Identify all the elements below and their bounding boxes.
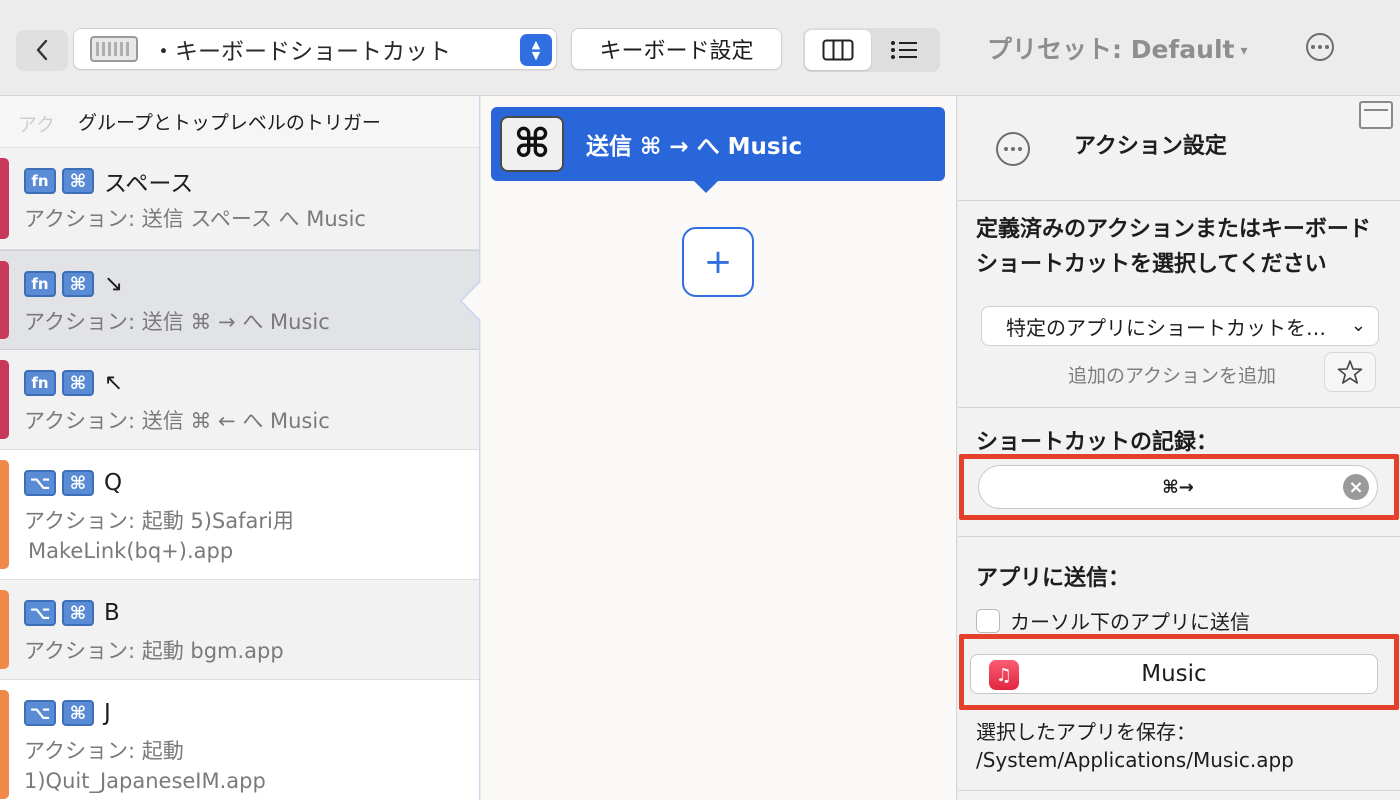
command-key-icon: ⌘ <box>62 600 94 626</box>
trigger-key: スペース <box>104 171 194 197</box>
command-key-icon: ⌘ <box>62 271 94 297</box>
context-label: ・キーボードショートカット <box>152 39 451 65</box>
trigger-row[interactable]: ⌥ ⌘ Q アクション: 起動 5)Safari用 MakeLink(bq+).… <box>0 450 479 580</box>
chevron-down-icon: ▾ <box>1240 43 1248 59</box>
trigger-list: アク グループとトップレベルのトリガー fn ⌘ スペース アクション: 送信 … <box>0 96 480 800</box>
shortcut-recorder[interactable]: ⌘→ × <box>978 465 1378 509</box>
keyboard-settings-button[interactable]: キーボード設定 <box>571 28 782 70</box>
stepper-icon[interactable]: ▲ ▼ <box>520 34 552 66</box>
command-key-icon: ⌘ <box>62 700 94 726</box>
trigger-color-bar <box>0 690 9 799</box>
fn-key-icon: fn <box>24 370 56 396</box>
action-list: ⌘ 送信 ⌘ → へ Music + <box>481 96 957 800</box>
send-under-cursor-checkbox[interactable] <box>976 608 1000 633</box>
action-prompt: 定義済みのアクションまたはキーボードショートカットを選択してください <box>976 217 1371 277</box>
divider <box>958 200 1400 201</box>
trigger-action-line: 1)Quit_JapaneseIM.app <box>24 769 266 793</box>
trigger-row-selected[interactable]: fn ⌘ ↘ アクション: 送信 ⌘ → へ Music <box>0 250 479 350</box>
group-header-ghost: アク <box>18 114 56 136</box>
toolbar: ・キーボードショートカット ▲ ▼ キーボード設定 プリセット: Default ▾ <box>0 0 1400 96</box>
trigger-key: Q <box>104 470 123 496</box>
trigger-color-bar <box>0 590 9 669</box>
action-settings-panel: アクション設定 定義済みのアクションまたはキーボードショートカットを選択してくだ… <box>958 96 1400 800</box>
window-icon[interactable] <box>1359 101 1393 129</box>
trigger-action: アクション: 起動 5)Safari用 MakeLink(bq+).app <box>24 506 479 566</box>
add-action-label: 追加のアクションを追加 <box>1068 365 1277 387</box>
target-app-name: Music <box>1141 661 1207 687</box>
preset-menu[interactable]: プリセット: Default ▾ <box>987 30 1248 66</box>
trigger-key: ↖ <box>104 370 124 396</box>
trigger-key: B <box>104 600 120 626</box>
trigger-action: アクション: 送信 ⌘ → へ Music <box>24 310 330 334</box>
action-settings-section: アクション設定 定義済みのアクションまたはキーボードショートカットを選択してくだ… <box>958 96 1400 408</box>
back-chevron-icon <box>36 39 48 61</box>
columns-icon <box>822 39 854 61</box>
chevron-down-icon: ⌄ <box>1350 315 1366 336</box>
favorite-button[interactable] <box>1324 352 1376 392</box>
columns-view-button[interactable] <box>805 30 871 70</box>
option-key-icon: ⌥ <box>24 470 56 496</box>
divider <box>958 536 1400 537</box>
view-mode-segmented-control <box>803 28 940 72</box>
command-key-icon: ⌘ <box>62 370 94 396</box>
preset-label: プリセット: Default <box>987 35 1235 64</box>
keyboard-icon <box>90 36 138 62</box>
list-icon <box>891 41 917 59</box>
send-under-cursor-row[interactable]: カーソル下のアプリに送信 <box>976 606 1250 635</box>
fn-key-icon: fn <box>24 168 56 194</box>
trigger-action: アクション: 起動 1)Quit_JapaneseIM.app <box>24 736 479 796</box>
trigger-row[interactable]: fn ⌘ スペース アクション: 送信 スペース へ Music <box>0 148 479 250</box>
music-app-icon: ♫ <box>989 660 1019 690</box>
trigger-key: ↘ <box>104 271 124 297</box>
clear-icon[interactable]: × <box>1343 474 1369 500</box>
action-card-label: 送信 ⌘ → へ Music <box>586 134 803 160</box>
fn-key-icon: fn <box>24 271 56 297</box>
option-key-icon: ⌥ <box>24 600 56 626</box>
group-header: アク グループとトップレベルのトリガー <box>0 96 479 148</box>
selection-pointer <box>459 281 482 321</box>
star-icon <box>1337 360 1363 384</box>
trigger-row[interactable]: fn ⌘ ↖ アクション: 送信 ⌘ ← へ Music <box>0 350 479 450</box>
more-icon[interactable] <box>996 132 1030 166</box>
context-select[interactable]: ・キーボードショートカット ▲ ▼ <box>73 28 557 70</box>
shortcut-record-title: ショートカットの記録： <box>976 430 1219 455</box>
command-key-icon: ⌘ <box>62 470 94 496</box>
trigger-action: アクション: 送信 スペース へ Music <box>24 207 366 231</box>
add-action-button[interactable]: + <box>682 227 754 297</box>
trigger-row[interactable]: ⌥ ⌘ J アクション: 起動 1)Quit_JapaneseIM.app <box>0 680 479 800</box>
settings-title: アクション設定 <box>1074 134 1227 159</box>
trigger-action-line: アクション: 起動 5)Safari用 <box>24 509 294 533</box>
send-under-cursor-label: カーソル下のアプリに送信 <box>1010 610 1250 634</box>
more-icon[interactable] <box>1306 33 1334 61</box>
trigger-color-bar <box>0 360 9 439</box>
send-to-app-title: アプリに送信： <box>976 566 1131 591</box>
shortcut-value: ⌘→ <box>1162 476 1194 498</box>
trigger-color-bar <box>0 158 9 239</box>
divider <box>958 790 1400 791</box>
trigger-action: アクション: 起動 bgm.app <box>24 639 284 663</box>
list-view-button[interactable] <box>871 30 937 70</box>
group-header-label: グループとトップレベルのトリガー <box>78 112 381 134</box>
trigger-action: アクション: 送信 ⌘ ← へ Music <box>24 409 330 433</box>
target-app-field[interactable]: ♫ Music <box>970 654 1378 694</box>
action-type-select[interactable]: 特定のアプリにショートカットを… ⌄ <box>981 306 1379 346</box>
back-button[interactable] <box>16 30 68 70</box>
trigger-action-line: アクション: 起動 <box>24 739 184 763</box>
saved-app-path: 選択したアプリを保存： /System/Applications/Music.a… <box>976 720 1294 772</box>
trigger-row[interactable]: ⌥ ⌘ B アクション: 起動 bgm.app <box>0 580 479 680</box>
trigger-color-bar <box>0 460 9 569</box>
action-card[interactable]: ⌘ 送信 ⌘ → へ Music <box>491 107 945 193</box>
trigger-key: J <box>104 700 111 726</box>
option-key-icon: ⌥ <box>24 700 56 726</box>
command-icon: ⌘ <box>500 116 564 172</box>
trigger-action-line: MakeLink(bq+).app <box>28 539 234 563</box>
trigger-color-bar <box>0 261 9 339</box>
action-type-value: 特定のアプリにショートカットを… <box>1006 315 1326 340</box>
command-key-icon: ⌘ <box>62 168 94 194</box>
